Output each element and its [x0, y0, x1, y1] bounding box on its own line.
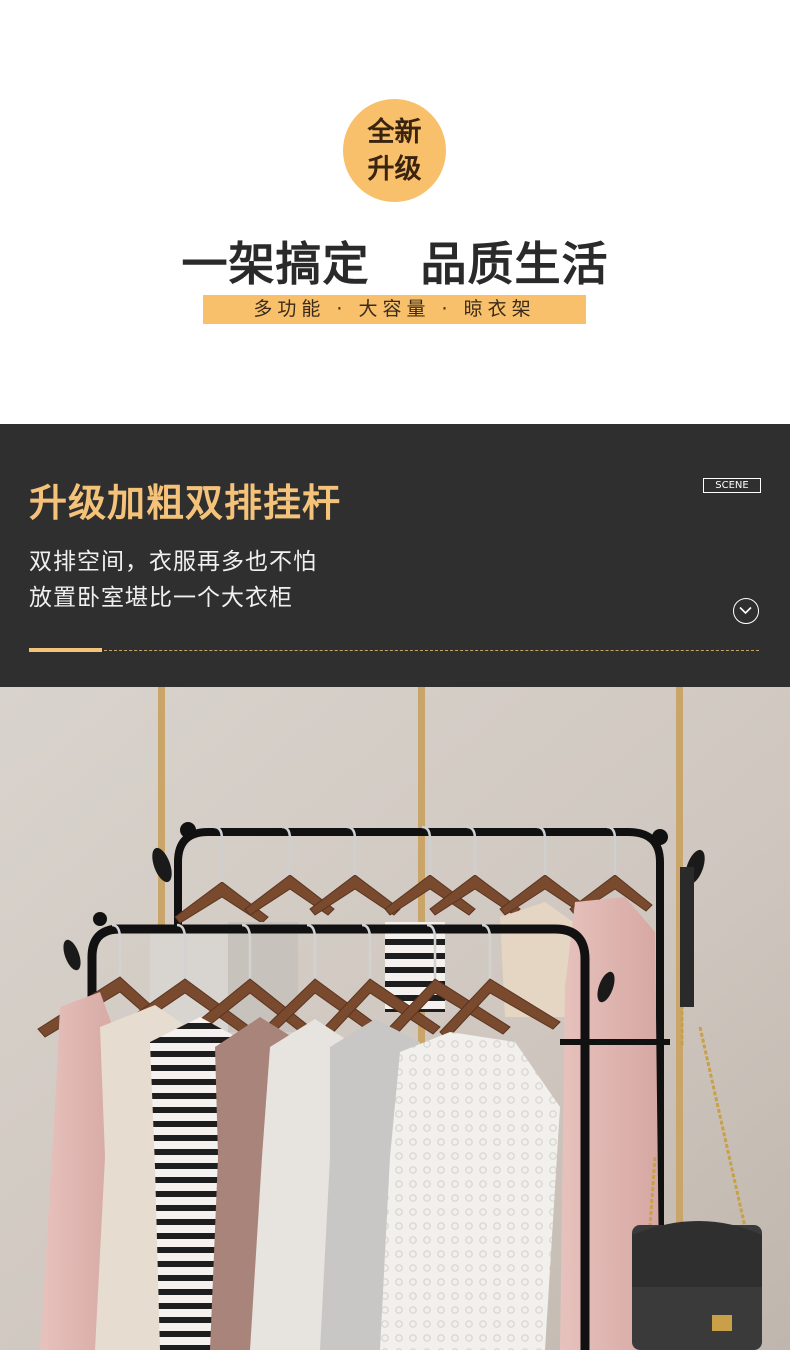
badge-line-2: 升级 [367, 153, 422, 185]
dashed-divider [104, 650, 759, 651]
feature-desc-line-2: 放置卧室堪比一个大衣柜 [29, 585, 293, 611]
promo-header: 全新 升级 一架搞定 品质生活 多功能 · 大容量 · 晾衣架 [0, 0, 790, 424]
feature-panel: 升级加粗双排挂杆 SCENE 双排空间，衣服再多也不怕 放置卧室堪比一个大衣柜 [0, 424, 790, 687]
product-photo [0, 687, 790, 1350]
upgrade-badge: 全新 升级 [343, 99, 446, 202]
feature-title: 升级加粗双排挂杆 [29, 481, 342, 525]
scene-label: SCENE [703, 478, 761, 493]
headline: 一架搞定 品质生活 [181, 237, 609, 291]
feature-desc-line-1: 双排空间，衣服再多也不怕 [29, 549, 317, 575]
clothes-group [40, 992, 560, 1350]
progress-accent-bar [29, 648, 102, 652]
chevron-down-circle-icon[interactable] [733, 598, 759, 624]
badge-line-1: 全新 [367, 116, 422, 148]
tagline: 多功能 · 大容量 · 晾衣架 [203, 295, 586, 324]
clothes-rack-illustration [0, 687, 790, 1350]
